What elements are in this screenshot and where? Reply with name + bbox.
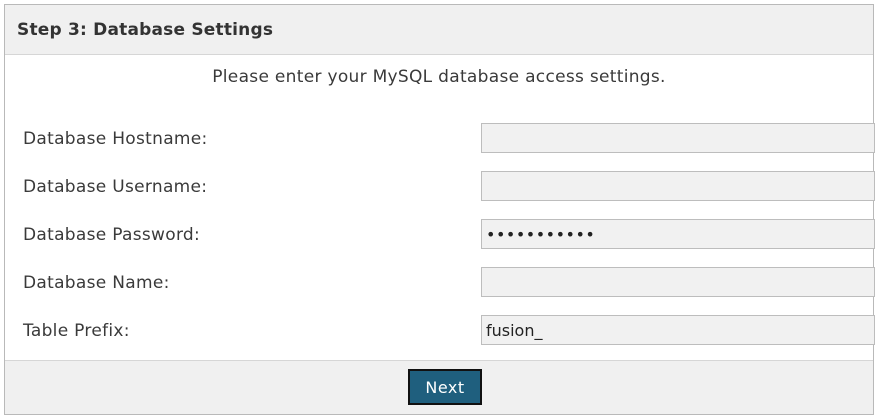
password-label: Database Password: — [23, 225, 201, 245]
table-prefix-label: Table Prefix: — [23, 321, 130, 341]
hostname-input[interactable] — [481, 123, 875, 153]
username-label: Database Username: — [23, 177, 208, 197]
form-row-database-name: Database Name: — [5, 267, 875, 299]
database-name-label: Database Name: — [23, 273, 170, 293]
form-row-hostname: Database Hostname: — [5, 123, 875, 155]
intro-text: Please enter your MySQL database access … — [212, 67, 666, 87]
database-name-input[interactable] — [481, 267, 875, 297]
panel-footer: Next — [5, 360, 873, 414]
next-button[interactable]: Next — [408, 369, 482, 405]
table-prefix-input[interactable] — [481, 315, 875, 345]
panel-title: Step 3: Database Settings — [17, 20, 274, 40]
hostname-label: Database Hostname: — [23, 129, 208, 149]
username-input[interactable] — [481, 171, 875, 201]
form-row-table-prefix: Table Prefix: — [5, 315, 875, 347]
database-settings-panel: Step 3: Database Settings Please enter y… — [4, 4, 875, 415]
form-row-username: Database Username: — [5, 171, 875, 203]
form-row-password: Database Password: — [5, 219, 875, 251]
panel-header: Step 3: Database Settings — [5, 5, 873, 55]
password-input[interactable] — [481, 219, 875, 249]
